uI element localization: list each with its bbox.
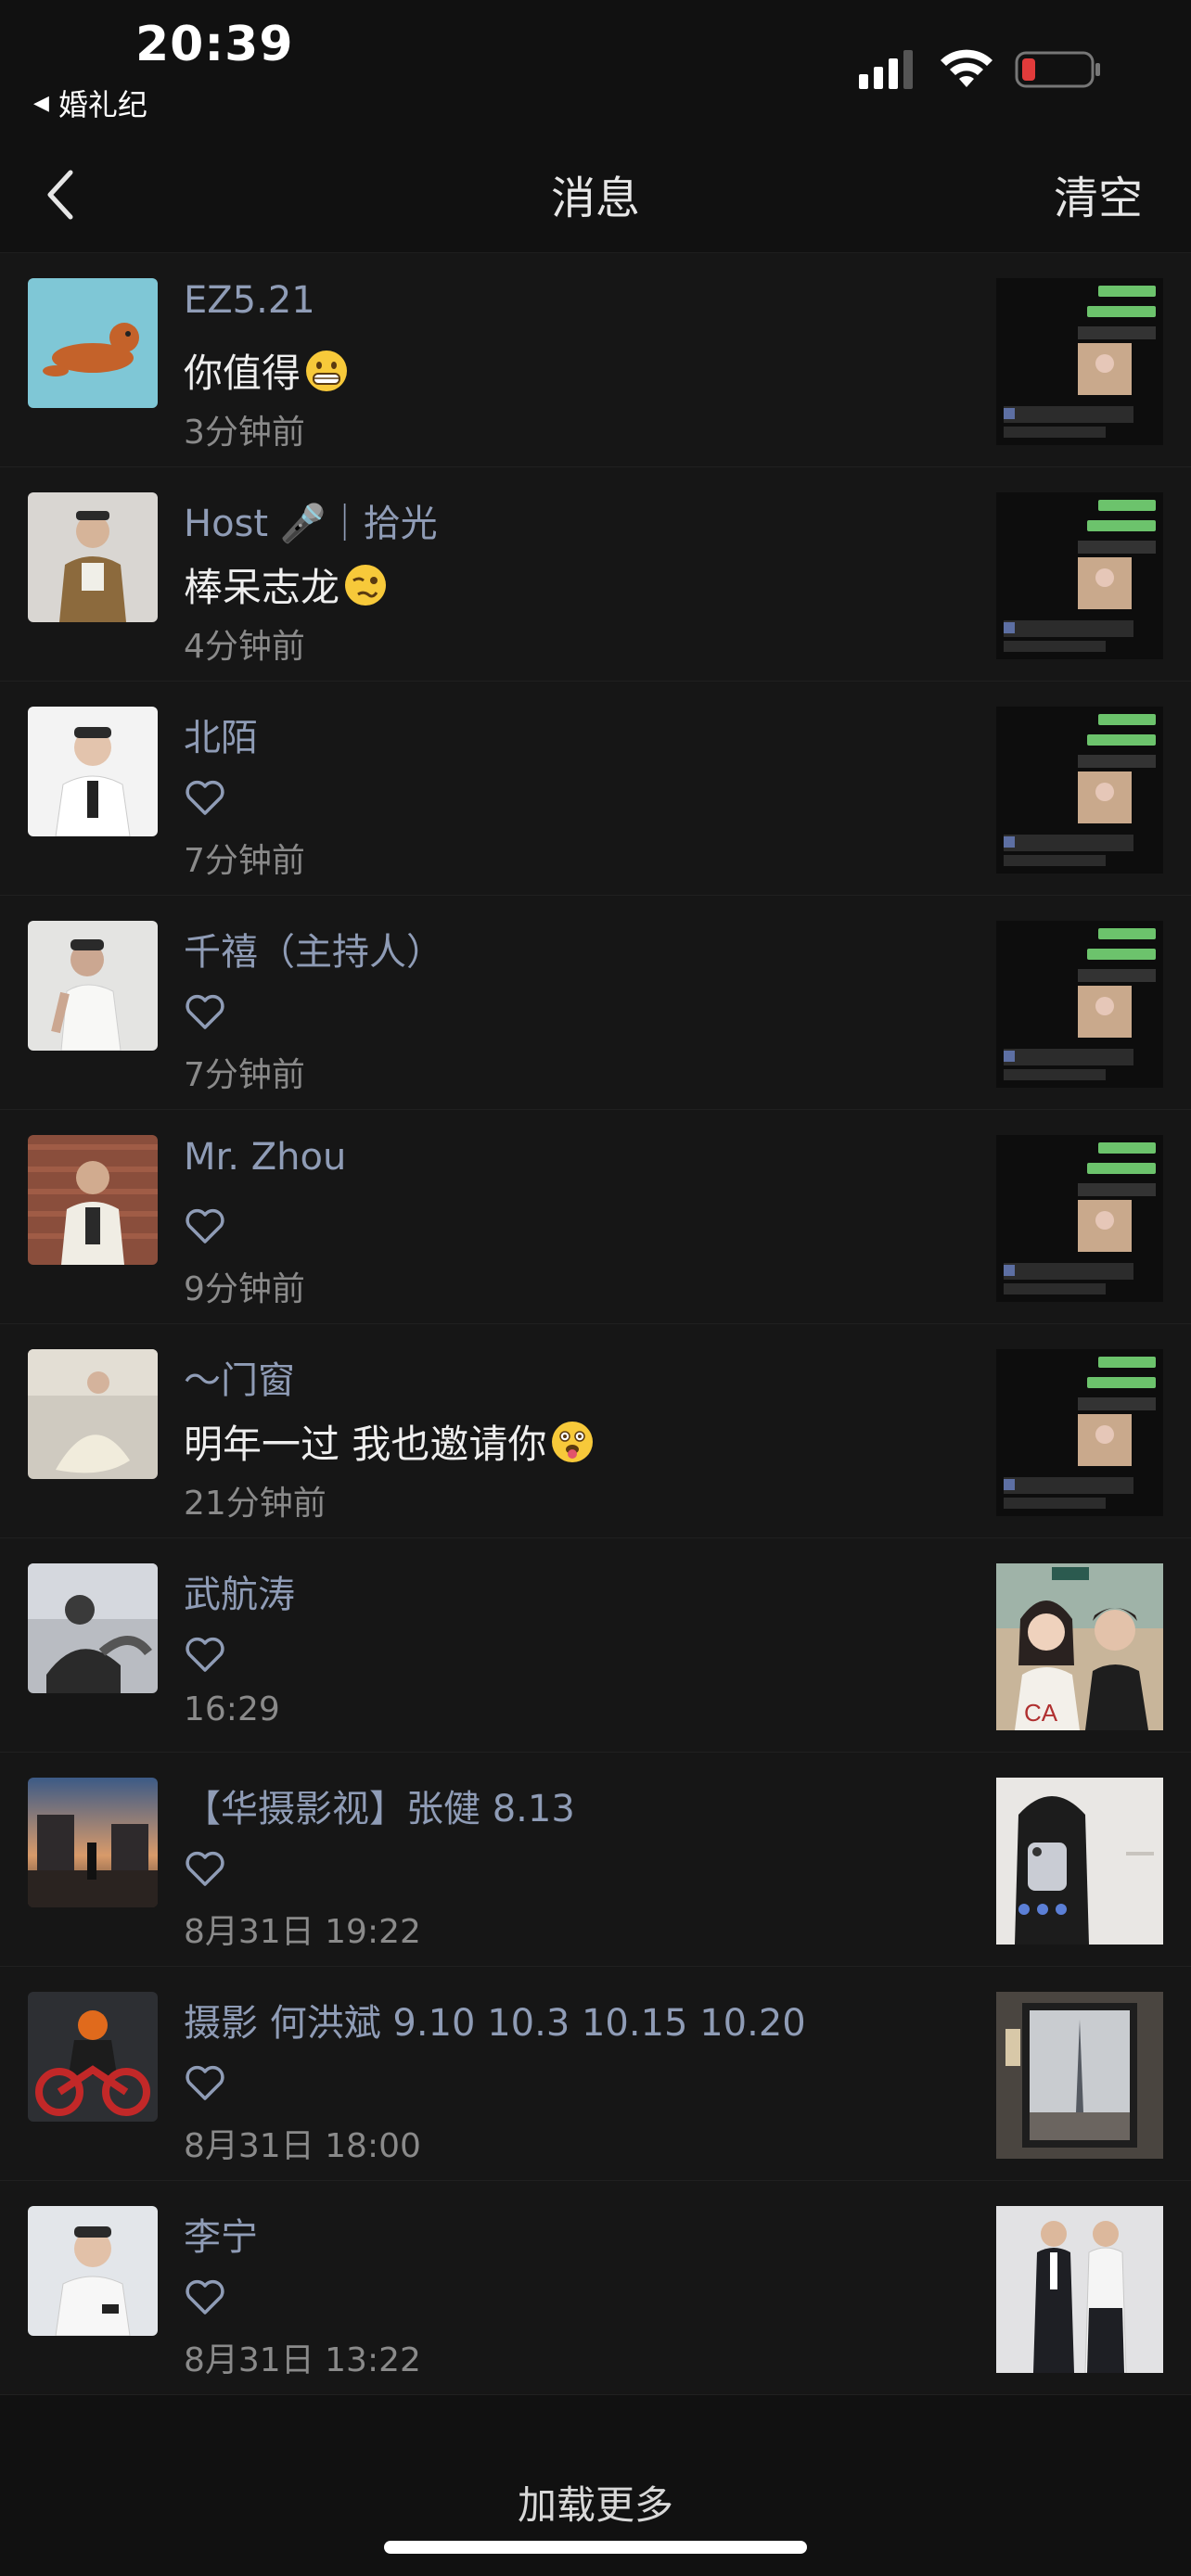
avatar[interactable] bbox=[28, 707, 158, 836]
message-row[interactable]: 摄影 何洪斌 9.10 10.3 10.15 10.20 8月31日 18:00 bbox=[0, 1967, 1191, 2181]
message-time: 4分钟前 bbox=[184, 628, 305, 666]
message-text: 明年一过 我也邀请你 bbox=[184, 1413, 595, 1470]
message-row[interactable]: 千禧（主持人） 7分钟前 bbox=[0, 896, 1191, 1110]
woozy-face-emoji-icon bbox=[345, 564, 387, 606]
sender-name: 北陌 bbox=[184, 717, 258, 759]
message-list: EZ5.21 你值得 3分钟前 Host 🎤｜拾光 棒呆志龙 4分钟前 北陌 7… bbox=[0, 253, 1191, 2395]
avatar[interactable] bbox=[28, 492, 158, 622]
heart-like-icon bbox=[186, 2279, 224, 2315]
sender-name: Mr. Zhou bbox=[184, 1136, 347, 1179]
message-time: 21分钟前 bbox=[184, 1485, 327, 1523]
message-text-content: 你值得 bbox=[184, 351, 301, 396]
grinning-face-emoji-icon bbox=[306, 350, 348, 391]
couple-photo-thumbnail[interactable]: CA bbox=[996, 1563, 1163, 1730]
status-bar: 20:39 ◀ 婚礼纪 bbox=[0, 0, 1191, 139]
message-text-content: 明年一过 我也邀请你 bbox=[184, 1422, 547, 1467]
clear-button[interactable]: 清空 bbox=[1054, 161, 1143, 226]
avatar[interactable] bbox=[28, 278, 158, 408]
status-time: 20:39 bbox=[135, 17, 294, 72]
face-with-tongue-emoji-icon bbox=[552, 1421, 594, 1462]
heart-like-icon bbox=[186, 1208, 224, 1243]
sender-name: 武航涛 bbox=[184, 1574, 295, 1616]
message-time: 3分钟前 bbox=[184, 414, 305, 452]
heart-like-icon bbox=[186, 1637, 224, 1672]
load-more-button[interactable]: 加载更多 bbox=[0, 2474, 1191, 2531]
sender-name: EZ5.21 bbox=[184, 279, 315, 322]
avatar[interactable] bbox=[28, 921, 158, 1051]
avatar[interactable] bbox=[28, 1563, 158, 1693]
sender-name: Host 🎤｜拾光 bbox=[184, 503, 438, 545]
back-triangle-icon: ◀ bbox=[33, 91, 49, 115]
two-men-suits-thumbnail[interactable] bbox=[996, 2206, 1163, 2373]
message-time: 8月31日 19:22 bbox=[184, 1913, 421, 1951]
sender-name: ～门窗 bbox=[184, 1359, 295, 1402]
page-title: 消息 bbox=[550, 172, 640, 224]
message-time: 7分钟前 bbox=[184, 842, 305, 880]
framed-tower-photo-thumbnail[interactable] bbox=[996, 1992, 1163, 2159]
message-row[interactable]: ～门窗 明年一过 我也邀请你 21分钟前 bbox=[0, 1324, 1191, 1538]
sender-name: 【华摄影视】张健 8.13 bbox=[184, 1788, 575, 1830]
sender-name: 摄影 何洪斌 9.10 10.3 10.15 10.20 bbox=[184, 2002, 806, 2045]
message-text: 棒呆志龙 bbox=[184, 556, 388, 613]
message-time: 8月31日 13:22 bbox=[184, 2341, 421, 2379]
back-to-app-link[interactable]: ◀ 婚礼纪 bbox=[33, 82, 147, 124]
message-row[interactable]: Mr. Zhou 9分钟前 bbox=[0, 1110, 1191, 1324]
cellular-signal-icon bbox=[859, 50, 913, 89]
message-row[interactable]: 北陌 7分钟前 bbox=[0, 682, 1191, 896]
mirror-selfie-thumbnail[interactable] bbox=[996, 1778, 1163, 1945]
message-row[interactable]: 李宁 8月31日 13:22 bbox=[0, 2181, 1191, 2395]
chat-screenshot-thumbnail[interactable] bbox=[996, 492, 1163, 659]
message-text: 你值得 bbox=[184, 342, 349, 399]
chat-screenshot-thumbnail[interactable] bbox=[996, 1349, 1163, 1516]
avatar[interactable] bbox=[28, 2206, 158, 2336]
svg-text:CA: CA bbox=[1024, 1699, 1058, 1727]
chat-screenshot-thumbnail[interactable] bbox=[996, 707, 1163, 874]
message-row[interactable]: Host 🎤｜拾光 棒呆志龙 4分钟前 bbox=[0, 467, 1191, 682]
avatar[interactable] bbox=[28, 1778, 158, 1907]
heart-like-icon bbox=[186, 1851, 224, 1886]
chat-screenshot-thumbnail[interactable] bbox=[996, 278, 1163, 445]
chat-screenshot-thumbnail[interactable] bbox=[996, 1135, 1163, 1302]
back-app-label: 婚礼纪 bbox=[58, 87, 147, 122]
message-row[interactable]: 武航涛 16:29 CA bbox=[0, 1538, 1191, 1753]
message-time: 9分钟前 bbox=[184, 1270, 305, 1308]
avatar[interactable] bbox=[28, 1349, 158, 1479]
avatar[interactable] bbox=[28, 1992, 158, 2122]
wifi-icon bbox=[941, 49, 992, 87]
message-time: 7分钟前 bbox=[184, 1056, 305, 1094]
heart-like-icon bbox=[186, 780, 224, 815]
message-row[interactable]: 【华摄影视】张健 8.13 8月31日 19:22 bbox=[0, 1753, 1191, 1967]
battery-low-icon bbox=[1015, 51, 1100, 88]
chat-screenshot-thumbnail[interactable] bbox=[996, 921, 1163, 1088]
sender-name: 李宁 bbox=[184, 2216, 258, 2259]
message-time: 16:29 bbox=[184, 1690, 280, 1728]
sender-name: 千禧（主持人） bbox=[184, 931, 443, 974]
heart-like-icon bbox=[186, 994, 224, 1029]
message-time: 8月31日 18:00 bbox=[184, 2127, 421, 2165]
avatar[interactable] bbox=[28, 1135, 158, 1265]
home-indicator[interactable] bbox=[384, 2541, 807, 2554]
nav-bar: 消息 清空 bbox=[0, 139, 1191, 253]
message-row[interactable]: EZ5.21 你值得 3分钟前 bbox=[0, 253, 1191, 467]
heart-like-icon bbox=[186, 2065, 224, 2100]
message-text-content: 棒呆志龙 bbox=[184, 565, 340, 610]
